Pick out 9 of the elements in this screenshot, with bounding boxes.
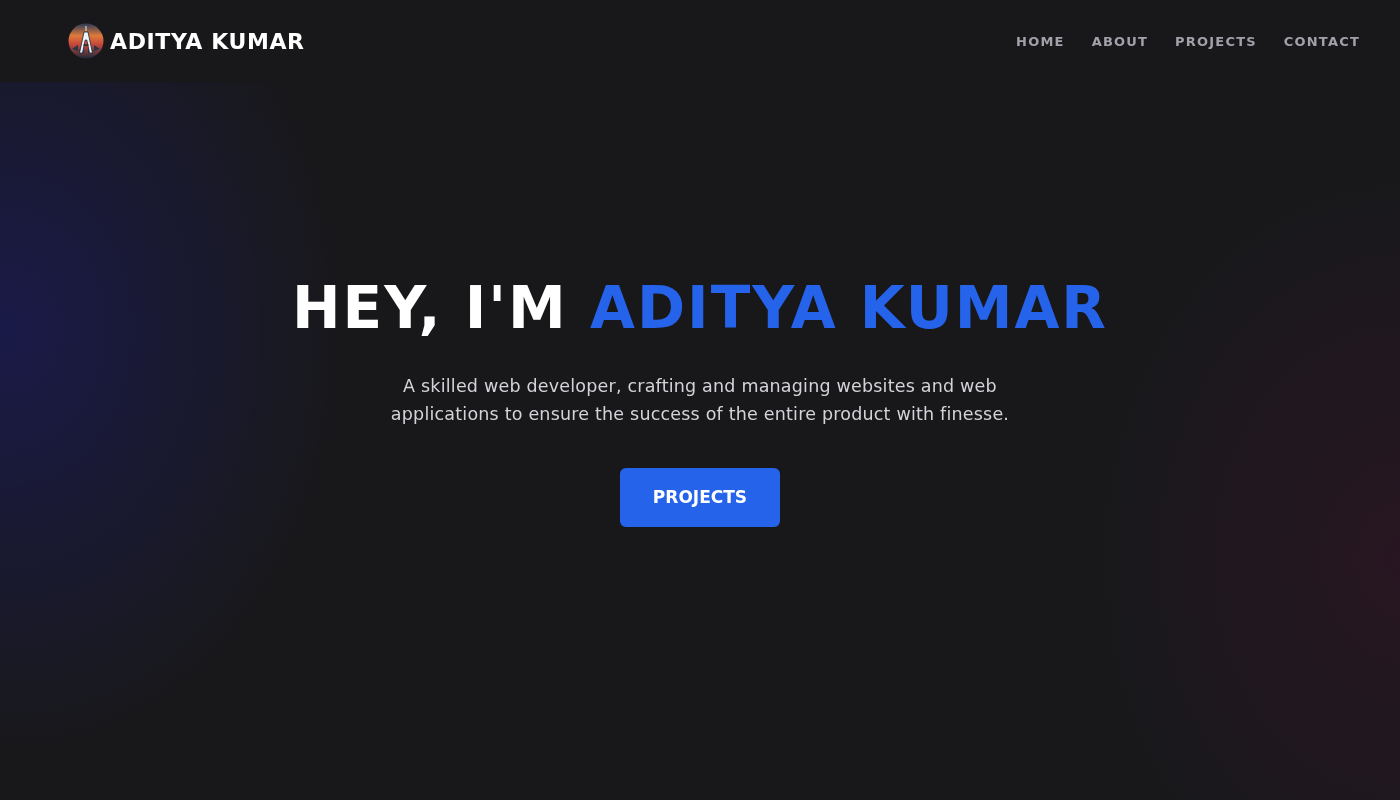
- nav-link[interactable]: ABOUT: [1091, 33, 1149, 49]
- brand-name[interactable]: ADITYA KUMAR: [110, 28, 305, 54]
- logo-icon[interactable]: [68, 23, 104, 59]
- nav-link[interactable]: HOME: [1016, 33, 1065, 49]
- nav-link[interactable]: PROJECTS: [1175, 33, 1257, 49]
- hero-heading: HEY, I'M ADITYA KUMAR: [292, 274, 1108, 344]
- nav-link[interactable]: CONTACT: [1283, 33, 1360, 49]
- hero-subtitle: A skilled web developer, crafting and managing websites and web applications to ensure the success of the entire product with finesse.: [389, 374, 1011, 426]
- projects-button[interactable]: PROJECTS: [620, 467, 780, 527]
